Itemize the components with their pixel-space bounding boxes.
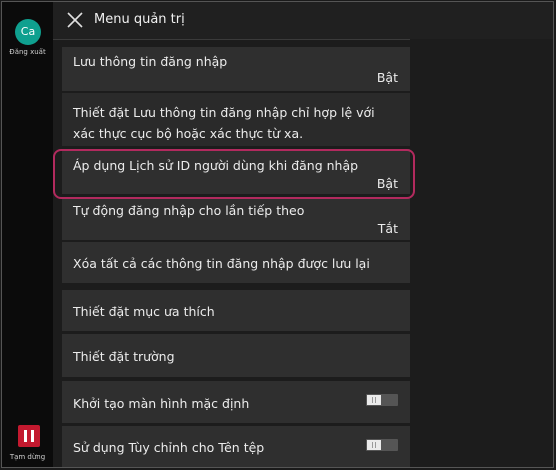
clear-saved-login-item[interactable]: Xóa tất cả các thông tin đăng nhập được … xyxy=(62,242,410,284)
custom-file-name-toggle[interactable] xyxy=(366,439,398,451)
toggle-knob xyxy=(367,440,381,450)
save-login-info-item[interactable]: Lưu thông tin đăng nhập Bật xyxy=(62,47,410,92)
toggle-knob xyxy=(367,395,381,405)
init-default-screen-label: Khởi tạo màn hình mặc định xyxy=(73,396,250,411)
header: Menu quản trị xyxy=(53,2,553,40)
close-icon[interactable] xyxy=(66,11,84,29)
save-login-note: Thiết đặt Lưu thông tin đăng nhập chỉ hợ… xyxy=(62,93,410,147)
favorites-settings-item[interactable]: Thiết đặt mục ưa thích xyxy=(62,290,410,332)
header-title: Menu quản trị xyxy=(94,12,185,27)
init-default-screen-toggle[interactable] xyxy=(366,394,398,406)
save-login-note-text: Thiết đặt Lưu thông tin đăng nhập chỉ hợ… xyxy=(73,105,375,141)
clear-saved-login-label: Xóa tất cả các thông tin đăng nhập được … xyxy=(73,256,370,271)
apply-user-id-history-item[interactable]: Áp dụng Lịch sử ID người dùng khi đăng n… xyxy=(62,149,410,195)
favorites-settings-label: Thiết đặt mục ưa thích xyxy=(73,304,215,319)
left-rail: Ca Đăng xuất Tạm dừng xyxy=(2,2,53,467)
field-settings-label: Thiết đặt trường xyxy=(73,349,175,364)
user-avatar[interactable]: Ca xyxy=(15,19,41,45)
right-pane xyxy=(410,39,553,467)
custom-file-name-label: Sử dụng Tùy chỉnh cho Tên tệp xyxy=(73,440,265,455)
pause-button[interactable] xyxy=(18,425,40,447)
custom-file-name-item[interactable]: Sử dụng Tùy chỉnh cho Tên tệp xyxy=(62,426,410,467)
pause-icon-bar xyxy=(31,430,34,442)
pause-icon xyxy=(24,430,27,442)
save-login-info-label: Lưu thông tin đăng nhập xyxy=(73,54,228,69)
auto-login-next-item[interactable]: Tự động đăng nhập cho lần tiếp theo Tắt xyxy=(62,198,410,241)
field-settings-item[interactable]: Thiết đặt trường xyxy=(62,334,410,378)
pause-label: Tạm dừng xyxy=(9,453,46,461)
init-default-screen-item[interactable]: Khởi tạo màn hình mặc định xyxy=(62,381,410,424)
save-login-info-value: Bật xyxy=(376,70,398,85)
apply-user-id-history-value: Bật xyxy=(376,176,398,191)
logout-label[interactable]: Đăng xuất xyxy=(2,48,53,56)
apply-user-id-history-label: Áp dụng Lịch sử ID người dùng khi đăng n… xyxy=(73,158,359,173)
app-frame: Ca Đăng xuất Tạm dừng Menu quản trị Lưu … xyxy=(1,1,554,468)
auto-login-next-label: Tự động đăng nhập cho lần tiếp theo xyxy=(73,203,305,218)
auto-login-next-value: Tắt xyxy=(377,221,398,236)
